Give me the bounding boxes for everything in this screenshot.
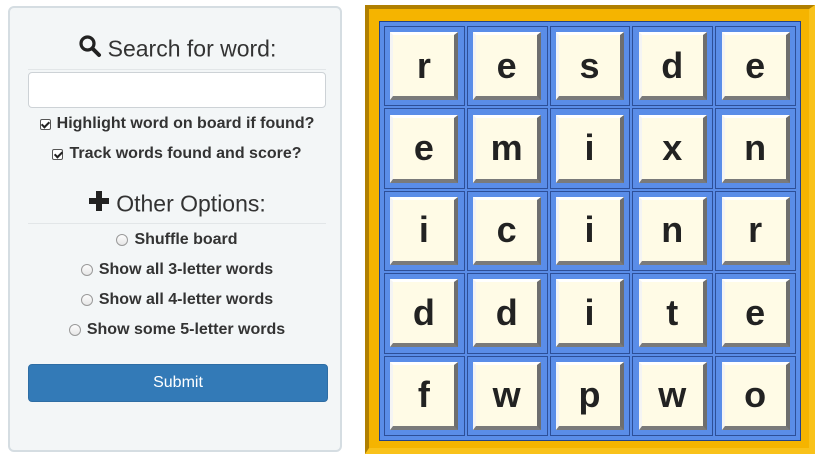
board-cell: f — [384, 355, 465, 436]
letter-tile[interactable]: i — [555, 196, 624, 265]
track-checkbox[interactable] — [52, 148, 64, 160]
five-letter-radio[interactable] — [68, 324, 81, 336]
board-cell: d — [466, 273, 548, 354]
search-input[interactable] — [28, 72, 326, 108]
shuffle-label: Shuffle board — [134, 231, 238, 248]
three-letter-label: Show all 3-letter words — [98, 261, 274, 278]
letter-tile[interactable]: d — [638, 32, 707, 101]
highlight-option[interactable]: Highlight word on board if found? — [10, 114, 344, 134]
letter-tile[interactable]: r — [390, 32, 459, 101]
three-letter-radio[interactable] — [80, 264, 93, 276]
board-cell: t — [632, 273, 714, 354]
board-cell: r — [384, 26, 465, 107]
letter-tile[interactable]: e — [721, 32, 790, 101]
letter-tile[interactable]: t — [638, 279, 707, 348]
search-section-title: Search for word: — [28, 34, 326, 70]
letter-tile[interactable]: w — [473, 361, 542, 430]
letter-tile[interactable]: p — [555, 361, 624, 430]
board-cell: c — [466, 190, 548, 272]
board-cell: e — [715, 26, 796, 107]
search-icon — [78, 34, 102, 64]
board-cell: n — [632, 190, 714, 272]
board-cell: s — [549, 26, 631, 107]
shuffle-radio[interactable] — [116, 234, 129, 246]
board-cell: n — [715, 108, 796, 189]
board-cell: e — [384, 108, 465, 189]
five-letter-label: Show some 5-letter words — [86, 321, 286, 338]
board-cell: r — [715, 190, 796, 272]
board-cell: i — [549, 190, 631, 272]
highlight-checkbox[interactable] — [39, 118, 51, 130]
letter-tile[interactable]: c — [473, 196, 542, 265]
other-options-title: Other Options: — [28, 189, 326, 224]
board-cell: i — [549, 273, 631, 354]
board-cell: e — [466, 26, 548, 107]
letter-tile[interactable]: i — [390, 196, 459, 265]
board-frame: r e s d e e m i x n i c i n r d d i t e … — [365, 5, 815, 454]
board-cell: w — [632, 355, 714, 436]
other-options-title-text: Other Options: — [116, 190, 266, 217]
board-cell: x — [632, 108, 714, 189]
option-3-letter[interactable]: Show all 3-letter words — [10, 260, 344, 280]
letter-tile[interactable]: e — [721, 279, 790, 348]
letter-tile[interactable]: e — [390, 114, 459, 183]
submit-button[interactable]: Submit — [28, 364, 328, 402]
four-letter-label: Show all 4-letter words — [98, 291, 274, 308]
letter-board: r e s d e e m i x n i c i n r d d i t e … — [379, 21, 801, 441]
options-panel: Search for word: Highlight word on board… — [8, 6, 342, 452]
board-cell: o — [715, 355, 796, 436]
four-letter-radio[interactable] — [80, 294, 93, 306]
letter-tile[interactable]: e — [473, 32, 542, 101]
letter-tile[interactable]: w — [638, 361, 707, 430]
option-4-letter[interactable]: Show all 4-letter words — [10, 290, 344, 310]
letter-tile[interactable]: n — [721, 114, 790, 183]
letter-tile[interactable]: m — [473, 114, 542, 183]
track-label: Track words found and score? — [69, 145, 302, 162]
letter-tile[interactable]: x — [638, 114, 707, 183]
board-cell: d — [384, 273, 465, 354]
board-cell: w — [466, 355, 548, 436]
letter-tile[interactable]: i — [555, 114, 624, 183]
option-5-letter[interactable]: Show some 5-letter words — [10, 320, 344, 340]
letter-tile[interactable]: d — [473, 279, 542, 348]
letter-tile[interactable]: i — [555, 279, 624, 348]
letter-tile[interactable]: s — [555, 32, 624, 101]
board-cell: m — [466, 108, 548, 189]
letter-tile[interactable]: d — [390, 279, 459, 348]
board-cell: d — [632, 26, 714, 107]
letter-tile[interactable]: f — [390, 361, 459, 430]
search-title-text: Search for word: — [107, 35, 277, 62]
track-option[interactable]: Track words found and score? — [10, 144, 344, 164]
letter-tile[interactable]: n — [638, 196, 707, 265]
highlight-label: Highlight word on board if found? — [56, 115, 315, 132]
board-cell: e — [715, 273, 796, 354]
board-cell: i — [549, 108, 631, 189]
plus-icon — [88, 190, 110, 218]
board-cell: i — [384, 190, 465, 272]
letter-tile[interactable]: o — [721, 361, 790, 430]
board-cell: p — [549, 355, 631, 436]
letter-tile[interactable]: r — [721, 196, 790, 265]
option-shuffle[interactable]: Shuffle board — [10, 230, 344, 250]
